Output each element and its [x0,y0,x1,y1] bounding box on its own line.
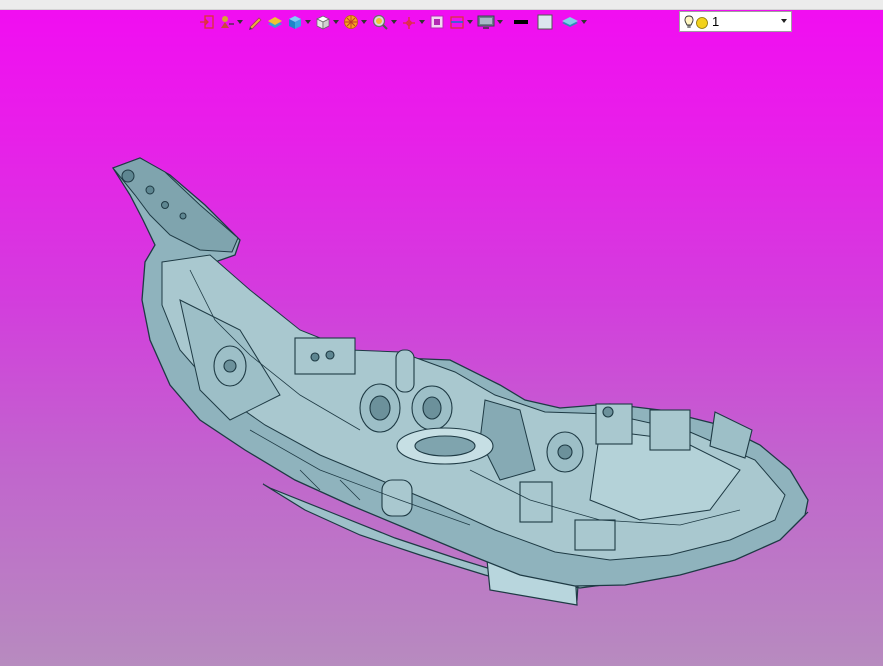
headlamp-housing-model[interactable] [0,0,883,666]
housing-inner-wall [161,254,786,561]
mounting-bracket-top [112,157,239,253]
